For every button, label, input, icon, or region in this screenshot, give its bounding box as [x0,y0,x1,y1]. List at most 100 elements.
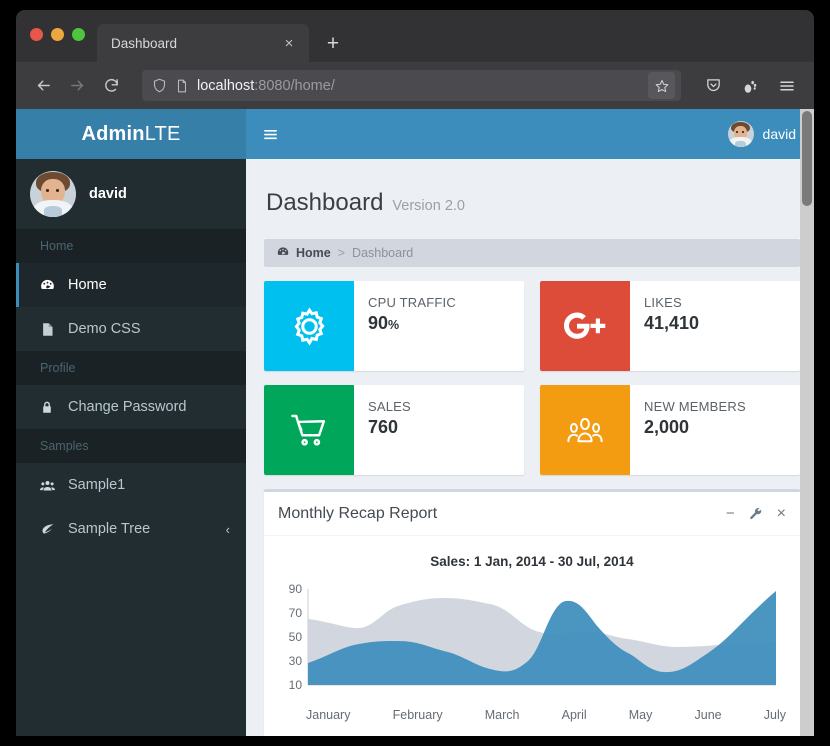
breadcrumb-home-label: Home [296,246,331,260]
account-icon[interactable] [735,71,765,101]
sidebar-toggle-icon[interactable] [246,109,294,159]
sidebar-item-change-password[interactable]: Change Password [16,385,246,429]
box-title: Monthly Recap Report [278,505,726,523]
close-tab-icon[interactable]: × [279,33,299,53]
chevron-left-icon: ‹ [226,522,230,537]
wrench-icon[interactable] [749,507,763,521]
shield-icon [152,78,167,93]
y-tick-label: 30 [289,654,303,668]
x-tick-label: January [306,708,350,722]
new-tab-icon[interactable]: + [317,27,349,59]
gear-icon [264,281,354,371]
info-box-label: LIKES [644,295,790,310]
page-icon [175,79,189,93]
leaf-icon [37,521,57,537]
sales-area-chart: 90 70 50 30 10 [278,581,786,706]
minimize-window-button[interactable] [51,28,64,41]
page-version: Version 2.0 [392,198,465,214]
y-tick-label: 10 [289,678,303,692]
url-host: localhost [197,78,254,94]
users-icon [37,478,57,493]
content-header: Dashboard Version 2.0 [264,159,800,239]
close-window-button[interactable] [30,28,43,41]
logo-light-text: LTE [145,123,181,146]
bookmark-star-icon[interactable] [648,72,675,99]
info-box-new-members[interactable]: NEW MEMBERS 2,000 [540,385,800,475]
sidebar-header-samples: Samples [16,429,246,463]
pocket-icon[interactable] [698,71,728,101]
reload-icon[interactable] [96,71,126,101]
sidebar-item-sample1[interactable]: Sample1 [16,463,246,507]
sidebar-item-sample-tree[interactable]: Sample Tree ‹ [16,507,246,551]
page-title: Dashboard [266,189,383,217]
app-header: AdminLTE david [16,109,814,159]
users-icon [540,385,630,475]
x-tick-label: May [629,708,653,722]
x-tick-label: July [764,708,786,722]
app-navbar: david [246,109,814,159]
browser-tab-bar: Dashboard × + [16,10,814,62]
box-body: Sales: 1 Jan, 2014 - 30 Jul, 2014 90 70 … [264,536,800,736]
google-plus-icon [540,281,630,371]
sidebar-item-label: Sample1 [68,477,246,493]
info-box-row-1: CPU TRAFFIC 90% LIKES [264,281,800,371]
box-tools: − × [726,505,786,523]
back-icon[interactable] [28,71,58,101]
address-bar[interactable]: localhost:8080/home/ [142,70,681,101]
sidebar-item-demo-css[interactable]: Demo CSS [16,307,246,351]
url-text: localhost:8080/home/ [197,78,640,94]
page-scrollbar[interactable] [800,109,814,736]
menu-hamburger-icon[interactable] [772,71,802,101]
y-tick-label: 90 [289,582,303,596]
screenshot-root: Dashboard × + localh [0,0,830,746]
info-box-value: 2,000 [644,417,790,438]
box-header: Monthly Recap Report − × [264,492,800,536]
chart-x-axis-labels: January February March April May June Ju… [278,706,786,722]
dashboard-icon [276,245,290,262]
y-tick-label: 50 [289,630,303,644]
info-box-label: SALES [368,399,514,414]
collapse-icon[interactable]: − [726,505,735,522]
info-box-sales[interactable]: SALES 760 [264,385,524,475]
breadcrumb-separator: > [338,246,345,260]
close-icon[interactable]: × [777,505,786,523]
navbar-user-menu[interactable]: david [728,121,800,147]
lock-icon [37,399,57,416]
info-box-cpu-traffic[interactable]: CPU TRAFFIC 90% [264,281,524,371]
chart-title: Sales: 1 Jan, 2014 - 30 Jul, 2014 [278,554,786,569]
browser-toolbar: localhost:8080/home/ [16,62,814,109]
shopping-cart-icon [264,385,354,475]
url-path: :8080/home/ [254,78,335,94]
sidebar-item-home[interactable]: Home [16,263,246,307]
tab-title: Dashboard [111,36,279,51]
info-box-label: CPU TRAFFIC [368,295,514,310]
app-body: david Home Home Demo CSS [16,159,814,736]
sidebar-item-label: Change Password [68,399,246,415]
logo-bold-text: Admin [81,123,144,146]
avatar [728,121,754,147]
x-tick-label: June [695,708,722,722]
monthly-recap-box: Monthly Recap Report − × Sales: 1 Jan, 2… [264,489,800,736]
sidebar-header-profile: Profile [16,351,246,385]
browser-window: Dashboard × + localh [16,10,814,736]
info-box-row-2: SALES 760 NEW MEMBERS [264,385,800,475]
file-icon [37,321,57,338]
sidebar-user-panel[interactable]: david [16,159,246,229]
breadcrumb-home[interactable]: Home [276,245,331,262]
sidebar-item-label: Sample Tree [68,521,215,537]
navbar-user-name: david [763,126,796,142]
breadcrumb-current: Dashboard [352,246,413,260]
browser-tab[interactable]: Dashboard × [97,24,309,62]
info-box-likes[interactable]: LIKES 41,410 [540,281,800,371]
sidebar-header-home: Home [16,229,246,263]
info-box-value: 41,410 [644,313,790,334]
app-logo[interactable]: AdminLTE [16,109,246,159]
x-tick-label: March [485,708,520,722]
forward-icon[interactable] [62,71,92,101]
dashboard-icon [37,277,57,294]
scrollbar-thumb[interactable] [802,111,812,206]
maximize-window-button[interactable] [72,28,85,41]
y-tick-label: 70 [289,606,303,620]
sidebar-user-name: david [89,186,127,202]
avatar [30,171,76,217]
